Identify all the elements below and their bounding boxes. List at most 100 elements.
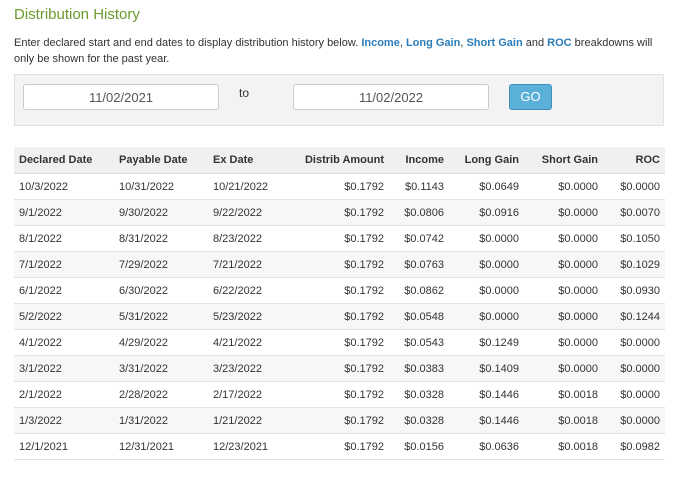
roc-highlight: ROC [547, 37, 572, 49]
column-header-short-gain: Short Gain [524, 147, 603, 174]
cell-distrib-amount: $0.1792 [282, 225, 389, 252]
cell-roc: $0.1050 [603, 225, 665, 252]
short-gain-highlight: Short Gain [466, 37, 523, 49]
cell-roc: $0.0000 [603, 329, 665, 356]
cell-short-gain: $0.0000 [524, 173, 603, 200]
cell-roc: $0.0000 [603, 381, 665, 408]
table-row: 3/1/2022 3/31/2022 3/23/2022 $0.1792 $0.0383… [14, 355, 665, 382]
date-filter-panel: to GO [14, 74, 664, 126]
cell-declared-date: 8/1/2022 [14, 225, 114, 252]
cell-payable-date: 10/31/2022 [114, 173, 208, 200]
cell-declared-date: 3/1/2022 [14, 355, 114, 382]
table-row: 10/3/2022 10/31/2022 10/21/2022 $0.1792 $0.1… [14, 173, 665, 200]
cell-short-gain: $0.0000 [524, 329, 603, 356]
cell-short-gain: $0.0018 [524, 381, 603, 408]
column-header-roc: ROC [603, 147, 665, 174]
income-highlight: Income [361, 37, 400, 49]
cell-ex-date: 1/21/2022 [208, 407, 282, 434]
table-header-row: Declared Date Payable Date Ex Date Distrib … [14, 147, 665, 174]
cell-short-gain: $0.0000 [524, 225, 603, 252]
cell-ex-date: 2/17/2022 [208, 381, 282, 408]
cell-payable-date: 2/28/2022 [114, 381, 208, 408]
cell-distrib-amount: $0.1792 [282, 303, 389, 330]
table-row: 5/2/2022 5/31/2022 5/23/2022 $0.1792 $0.0548… [14, 303, 665, 330]
cell-roc: $0.0070 [603, 199, 665, 226]
cell-payable-date: 12/31/2021 [114, 433, 208, 460]
cell-declared-date: 5/2/2022 [14, 303, 114, 330]
cell-income: $0.0156 [389, 433, 449, 460]
cell-short-gain: $0.0000 [524, 303, 603, 330]
end-date-input[interactable] [293, 84, 489, 110]
cell-long-gain: $0.0000 [449, 277, 524, 304]
cell-long-gain: $0.0649 [449, 173, 524, 200]
cell-ex-date: 3/23/2022 [208, 355, 282, 382]
table-row: 6/1/2022 6/30/2022 6/22/2022 $0.1792 $0.0862… [14, 277, 665, 304]
cell-long-gain: $0.0000 [449, 251, 524, 278]
cell-income: $0.0383 [389, 355, 449, 382]
column-header-payable-date: Payable Date [114, 147, 208, 174]
cell-long-gain: $0.1446 [449, 381, 524, 408]
cell-distrib-amount: $0.1792 [282, 277, 389, 304]
cell-short-gain: $0.0000 [524, 277, 603, 304]
cell-payable-date: 6/30/2022 [114, 277, 208, 304]
page-title: Distribution History [14, 6, 140, 23]
column-header-long-gain: Long Gain [449, 147, 524, 174]
cell-distrib-amount: $0.1792 [282, 173, 389, 200]
cell-payable-date: 4/29/2022 [114, 329, 208, 356]
cell-income: $0.0543 [389, 329, 449, 356]
cell-income: $0.0328 [389, 381, 449, 408]
cell-ex-date: 12/23/2021 [208, 433, 282, 460]
cell-roc: $0.1029 [603, 251, 665, 278]
cell-distrib-amount: $0.1792 [282, 251, 389, 278]
intro-text-start: Enter declared start and end dates to di… [14, 37, 362, 49]
cell-payable-date: 8/31/2022 [114, 225, 208, 252]
cell-declared-date: 12/1/2021 [14, 433, 114, 460]
cell-declared-date: 7/1/2022 [14, 251, 114, 278]
start-date-input[interactable] [23, 84, 219, 110]
cell-income: $0.0742 [389, 225, 449, 252]
cell-short-gain: $0.0000 [524, 251, 603, 278]
cell-short-gain: $0.0000 [524, 199, 603, 226]
cell-distrib-amount: $0.1792 [282, 381, 389, 408]
cell-declared-date: 4/1/2022 [14, 329, 114, 356]
cell-distrib-amount: $0.1792 [282, 199, 389, 226]
cell-ex-date: 5/23/2022 [208, 303, 282, 330]
distribution-table: Declared Date Payable Date Ex Date Distrib … [14, 147, 665, 460]
cell-declared-date: 10/3/2022 [14, 173, 114, 200]
cell-income: $0.0862 [389, 277, 449, 304]
cell-long-gain: $0.0000 [449, 225, 524, 252]
intro-text: Enter declared start and end dates to di… [14, 35, 669, 67]
cell-ex-date: 7/21/2022 [208, 251, 282, 278]
table-row: 12/1/2021 12/31/2021 12/23/2021 $0.1792 $0.0… [14, 433, 665, 460]
distribution-history-page: Distribution History Enter declared star… [0, 0, 681, 477]
cell-long-gain: $0.1446 [449, 407, 524, 434]
go-button[interactable]: GO [509, 84, 552, 110]
cell-ex-date: 6/22/2022 [208, 277, 282, 304]
cell-payable-date: 1/31/2022 [114, 407, 208, 434]
cell-distrib-amount: $0.1792 [282, 329, 389, 356]
table-body: 10/3/2022 10/31/2022 10/21/2022 $0.1792 $0.1… [14, 173, 665, 460]
table-row: 9/1/2022 9/30/2022 9/22/2022 $0.1792 $0.0806… [14, 199, 665, 226]
cell-declared-date: 2/1/2022 [14, 381, 114, 408]
cell-income: $0.0763 [389, 251, 449, 278]
cell-payable-date: 3/31/2022 [114, 355, 208, 382]
cell-distrib-amount: $0.1792 [282, 407, 389, 434]
cell-income: $0.0328 [389, 407, 449, 434]
table-row: 7/1/2022 7/29/2022 7/21/2022 $0.1792 $0.0763… [14, 251, 665, 278]
cell-payable-date: 9/30/2022 [114, 199, 208, 226]
cell-roc: $0.0930 [603, 277, 665, 304]
cell-long-gain: $0.1249 [449, 329, 524, 356]
cell-long-gain: $0.0916 [449, 199, 524, 226]
cell-income: $0.1143 [389, 173, 449, 200]
cell-ex-date: 8/23/2022 [208, 225, 282, 252]
cell-roc: $0.0000 [603, 355, 665, 382]
table-row: 1/3/2022 1/31/2022 1/21/2022 $0.1792 $0.0328… [14, 407, 665, 434]
cell-declared-date: 9/1/2022 [14, 199, 114, 226]
column-header-distrib-amount: Distrib Amount [282, 147, 389, 174]
cell-roc: $0.0982 [603, 433, 665, 460]
cell-roc: $0.1244 [603, 303, 665, 330]
cell-short-gain: $0.0000 [524, 355, 603, 382]
cell-declared-date: 6/1/2022 [14, 277, 114, 304]
to-label: to [239, 86, 250, 100]
cell-distrib-amount: $0.1792 [282, 433, 389, 460]
